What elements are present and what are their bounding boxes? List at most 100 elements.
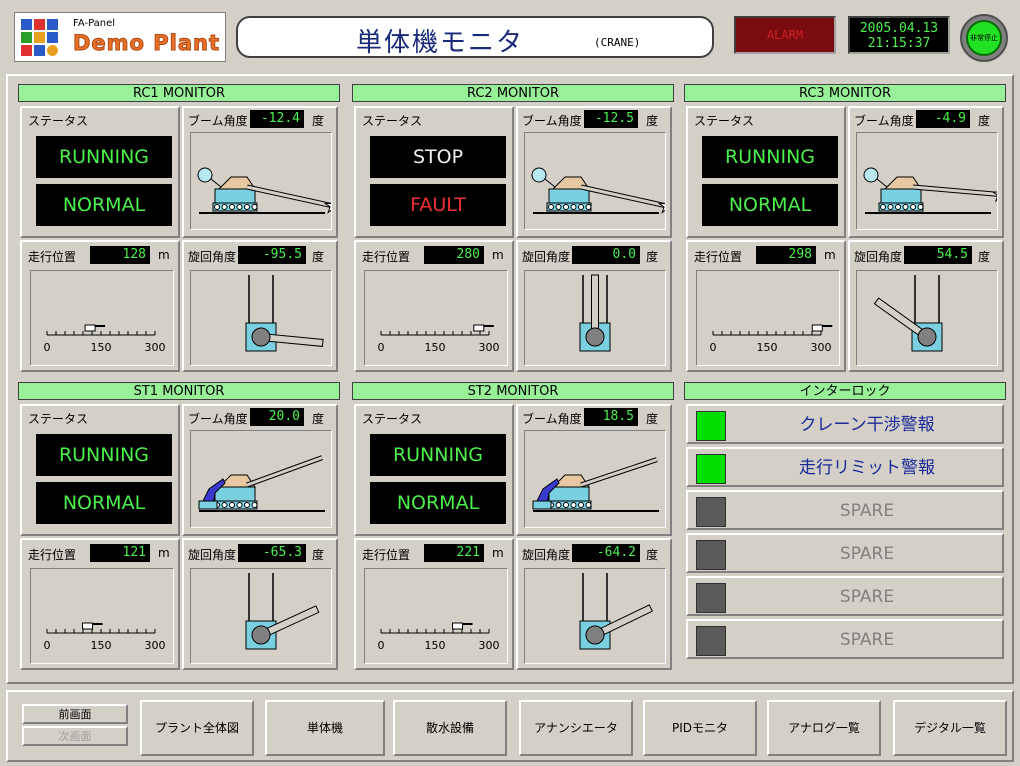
boom-diagram xyxy=(190,132,332,230)
boom-arm xyxy=(580,458,658,487)
track-wheel xyxy=(585,204,592,210)
travel-position-unit: m xyxy=(158,546,170,560)
travel-diagram: 0 150 300 xyxy=(30,568,174,664)
scale-label: 0 xyxy=(378,639,385,652)
logo: FA-Panel Demo Plant xyxy=(14,12,226,62)
track-wheel xyxy=(251,502,258,508)
monitor-panel-rc3: RC3 MONITOR ステータス RUNNING NORMAL ブーム角度 -4.9 度走… xyxy=(684,84,1006,376)
boom-angle-label: ブーム角度 xyxy=(188,412,248,426)
swing-svg xyxy=(873,275,943,352)
interlock-item-label: クレーン干渉警報 xyxy=(799,415,935,435)
scale-label: 300 xyxy=(479,639,500,652)
interlock-item[interactable]: 走行リミット警報 xyxy=(686,447,1004,487)
crane-svg xyxy=(863,167,997,214)
swing-angle-value: 0.0 xyxy=(572,246,640,264)
interlock-item[interactable]: SPARE xyxy=(686,576,1004,616)
track-wheel xyxy=(880,204,886,210)
travel-position-section: 走行位置 221 m 0 150 300 xyxy=(354,538,514,670)
swing-svg xyxy=(579,274,611,352)
travel-svg: 0 150 300 xyxy=(44,622,166,652)
scale-label: 150 xyxy=(425,639,446,652)
travel-position-unit: m xyxy=(492,248,504,262)
monitor-title: RC3 MONITOR xyxy=(684,84,1006,102)
nav-digital-list-button[interactable]: デジタル一覧 xyxy=(893,700,1007,756)
status-section: ステータス STOP FAULT xyxy=(354,106,514,238)
crane-position-marker xyxy=(82,622,103,630)
track-wheel xyxy=(570,204,577,210)
travel-diagram: 0 150 300 xyxy=(30,270,174,366)
alarm-indicator[interactable]: ALARM xyxy=(734,16,836,54)
crane-svg xyxy=(531,167,665,214)
crane-body xyxy=(531,167,665,214)
swing-angle-label: 旋回角度 xyxy=(522,250,571,264)
interlock-item-label: SPARE xyxy=(839,501,895,521)
next-screen-button[interactable]: 次画面 xyxy=(22,726,128,746)
scale-label: 150 xyxy=(757,341,778,354)
scale-label: 300 xyxy=(811,341,832,354)
travel-position-value: 121 xyxy=(90,544,150,562)
travel-position-value: 128 xyxy=(90,246,150,264)
boom-angle-label: ブーム角度 xyxy=(854,114,914,128)
nav-annunciator-button[interactable]: アナンシエータ xyxy=(519,700,633,756)
swing-angle-label: 旋回角度 xyxy=(188,250,237,264)
interlock-item[interactable]: SPARE xyxy=(686,490,1004,530)
clock-time: 21:15:37 xyxy=(867,36,931,51)
prev-screen-button[interactable]: 前画面 xyxy=(22,704,128,724)
status-section: ステータス RUNNING NORMAL xyxy=(20,404,180,536)
logo-subtitle: FA-Panel xyxy=(73,18,116,29)
nav-analog-list-button[interactable]: アナログ一覧 xyxy=(767,700,881,756)
interlock-lamp-icon xyxy=(696,411,726,441)
swing-angle-label: 旋回角度 xyxy=(188,548,237,562)
interlock-lamp-icon xyxy=(696,626,726,656)
status-label: ステータス xyxy=(28,412,89,426)
nav-pid-monitor-button[interactable]: PIDモニタ xyxy=(643,700,757,756)
run-status-display: RUNNING xyxy=(36,434,172,476)
monitor-title: ST1 MONITOR xyxy=(18,382,340,400)
travel-position-value: 280 xyxy=(424,246,484,264)
run-status-display: RUNNING xyxy=(370,434,506,476)
track-wheel xyxy=(563,502,569,508)
interlock-item[interactable]: SPARE xyxy=(686,619,1004,659)
scale-label: 150 xyxy=(425,341,446,354)
nav-plant-overview-button[interactable]: プラント全体図 xyxy=(140,700,254,756)
emergency-stop-button[interactable]: 非常停止 xyxy=(960,14,1008,62)
track-wheel xyxy=(585,502,592,508)
swing-pivot xyxy=(251,327,271,347)
interlock-item[interactable]: SPARE xyxy=(686,533,1004,573)
boom-angle-label: ブーム角度 xyxy=(188,114,248,128)
interlock-lamp-icon xyxy=(696,497,726,527)
travel-position-section: 走行位置 280 m 0 150 300 xyxy=(354,240,514,372)
interlock-item-label: SPARE xyxy=(839,630,895,650)
marker-body xyxy=(811,324,823,332)
travel-position-unit: m xyxy=(492,546,504,560)
logo-title: Demo Plant xyxy=(72,31,221,56)
marker-body xyxy=(473,324,485,332)
counterweight-link xyxy=(876,178,888,188)
nav-unit-machine-button[interactable]: 単体機 xyxy=(265,700,385,756)
track-wheel xyxy=(555,502,562,508)
scale-label: 300 xyxy=(145,639,166,652)
status-label: ステータス xyxy=(28,114,89,128)
track-wheel xyxy=(229,502,235,508)
swing-angle-section: 旋回角度 -64.2 度 xyxy=(516,538,672,670)
monitor-panel-rc2: RC2 MONITOR ステータス STOP FAULT ブーム角度 -12.5 度走行位置… xyxy=(352,84,674,376)
run-status-display: STOP xyxy=(370,136,506,178)
scale-label: 0 xyxy=(710,341,717,354)
travel-diagram: 0 150 300 xyxy=(364,270,508,366)
interlock-title: インターロック xyxy=(684,382,1006,400)
status-section: ステータス RUNNING NORMAL xyxy=(20,106,180,238)
track-wheel xyxy=(570,502,577,508)
crane-cab xyxy=(548,486,590,502)
emergency-stop-label: 非常停止 xyxy=(966,20,1002,56)
swing-svg xyxy=(245,275,324,352)
travel-position-label: 走行位置 xyxy=(362,548,411,562)
monitor-panel-st1: ST1 MONITOR ステータス RUNNING NORMAL ブーム角度 20.0 度走… xyxy=(18,382,340,674)
screen-title-box: 単体機モニタ (CRANE) xyxy=(236,16,714,58)
interlock-item[interactable]: クレーン干渉警報 xyxy=(686,404,1004,444)
nav-sprinkler-button[interactable]: 散水設備 xyxy=(393,700,507,756)
swing-pivot xyxy=(585,625,605,645)
crane-cab xyxy=(214,188,256,204)
travel-position-section: 走行位置 298 m 0 150 300 xyxy=(686,240,846,372)
interlock-item-label: SPARE xyxy=(839,587,895,607)
track-wheel xyxy=(555,204,562,210)
